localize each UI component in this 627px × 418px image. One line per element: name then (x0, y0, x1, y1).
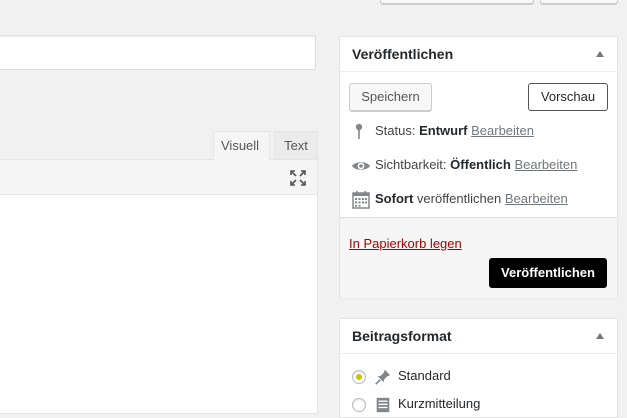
post-format-box: Beitragsformat Standard Kurzmitteilung (339, 318, 618, 418)
visibility-label: Sichtbarkeit: (375, 157, 447, 172)
status-label: Status: (375, 123, 416, 138)
preview-button[interactable]: Vorschau (528, 83, 608, 111)
eye-icon (352, 161, 370, 170)
status-row: Status: Entwurf Bearbeiten (351, 121, 534, 141)
calendar-icon (352, 190, 370, 209)
editor-content-area[interactable] (0, 194, 318, 414)
top-action-button-1[interactable] (380, 0, 534, 4)
format-label-aside: Kurzmitteilung (398, 396, 481, 411)
aside-icon (376, 397, 390, 412)
tab-text[interactable]: Text (274, 131, 318, 159)
pin-icon (355, 123, 363, 139)
format-box-title: Beitragsformat (352, 328, 452, 344)
schedule-row: Sofort veröffentlichen Bearbeiten (351, 189, 568, 209)
collapse-arrow-icon[interactable] (596, 51, 604, 57)
publish-box-header: Veröffentlichen (340, 37, 617, 72)
format-option-aside[interactable]: Kurzmitteilung (352, 394, 480, 414)
format-radio-aside[interactable] (352, 397, 366, 412)
move-to-trash-link[interactable]: In Papierkorb legen (349, 236, 462, 251)
schedule-label: veröffentlichen (416, 191, 502, 206)
edit-schedule-link[interactable]: Bearbeiten (505, 191, 568, 206)
status-value: Entwurf (419, 123, 468, 138)
format-option-standard[interactable]: Standard (352, 366, 451, 386)
edit-status-link[interactable]: Bearbeiten (471, 123, 534, 138)
save-draft-button[interactable]: Speichern (349, 83, 432, 111)
collapse-arrow-icon[interactable] (596, 333, 604, 339)
format-radio-standard[interactable] (352, 369, 366, 384)
post-title-input[interactable] (0, 35, 316, 70)
format-label-standard: Standard (398, 368, 451, 383)
schedule-value: Sofort (375, 191, 414, 206)
top-action-button-2[interactable] (540, 0, 618, 4)
fullscreen-expand-icon[interactable] (288, 168, 308, 188)
major-publishing-actions: In Papierkorb legen Veröffentlichen (340, 217, 617, 298)
publish-button[interactable]: Veröffentlichen (489, 258, 607, 288)
edit-visibility-link[interactable]: Bearbeiten (514, 157, 577, 172)
editor-toolbar (0, 159, 318, 195)
pin-icon (375, 369, 391, 385)
visibility-value: Öffentlich (450, 157, 511, 172)
format-box-header: Beitragsformat (340, 319, 617, 354)
visibility-row: Sichtbarkeit: Öffentlich Bearbeiten (351, 155, 577, 175)
publish-box: Veröffentlichen Speichern Vorschau Statu… (339, 36, 618, 298)
tab-visual[interactable]: Visuell (213, 131, 270, 160)
publish-box-title: Veröffentlichen (352, 46, 454, 62)
